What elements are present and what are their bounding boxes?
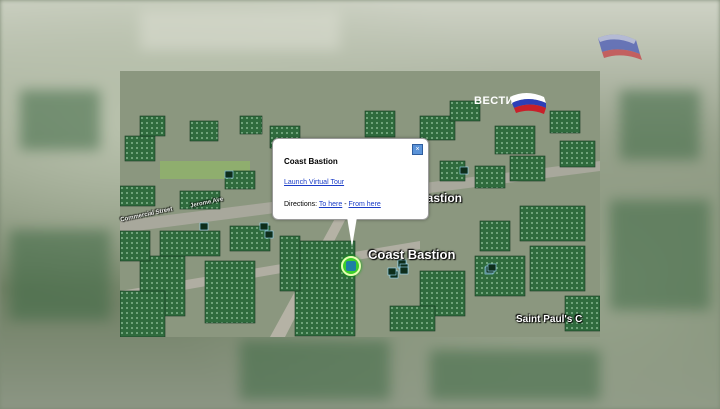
place-label-coast-bastion[interactable]: Coast Bastion [368,247,455,262]
directions-to-here-link[interactable]: To here [319,201,342,208]
vesti-logo: ВЕСТИ [474,91,546,115]
balloon-pointer [347,217,357,247]
directions-label: Directions: [284,201,318,208]
directions-from-here-link[interactable]: From here [349,201,381,208]
flag-swoosh-icon [510,93,546,114]
close-icon[interactable]: × [412,144,423,155]
launch-virtual-tour-link[interactable]: Launch Virtual Tour [284,179,344,186]
place-label-saint-pauls[interactable]: Saint Paul's C [516,314,582,325]
balloon-title: Coast Bastion [284,157,338,166]
placemark-pin-icon[interactable] [341,256,361,276]
directions-separator: - [344,201,347,208]
info-balloon: × Coast Bastion Launch Virtual Tour Dire… [272,138,429,247]
blurred-flag-icon [598,34,642,60]
